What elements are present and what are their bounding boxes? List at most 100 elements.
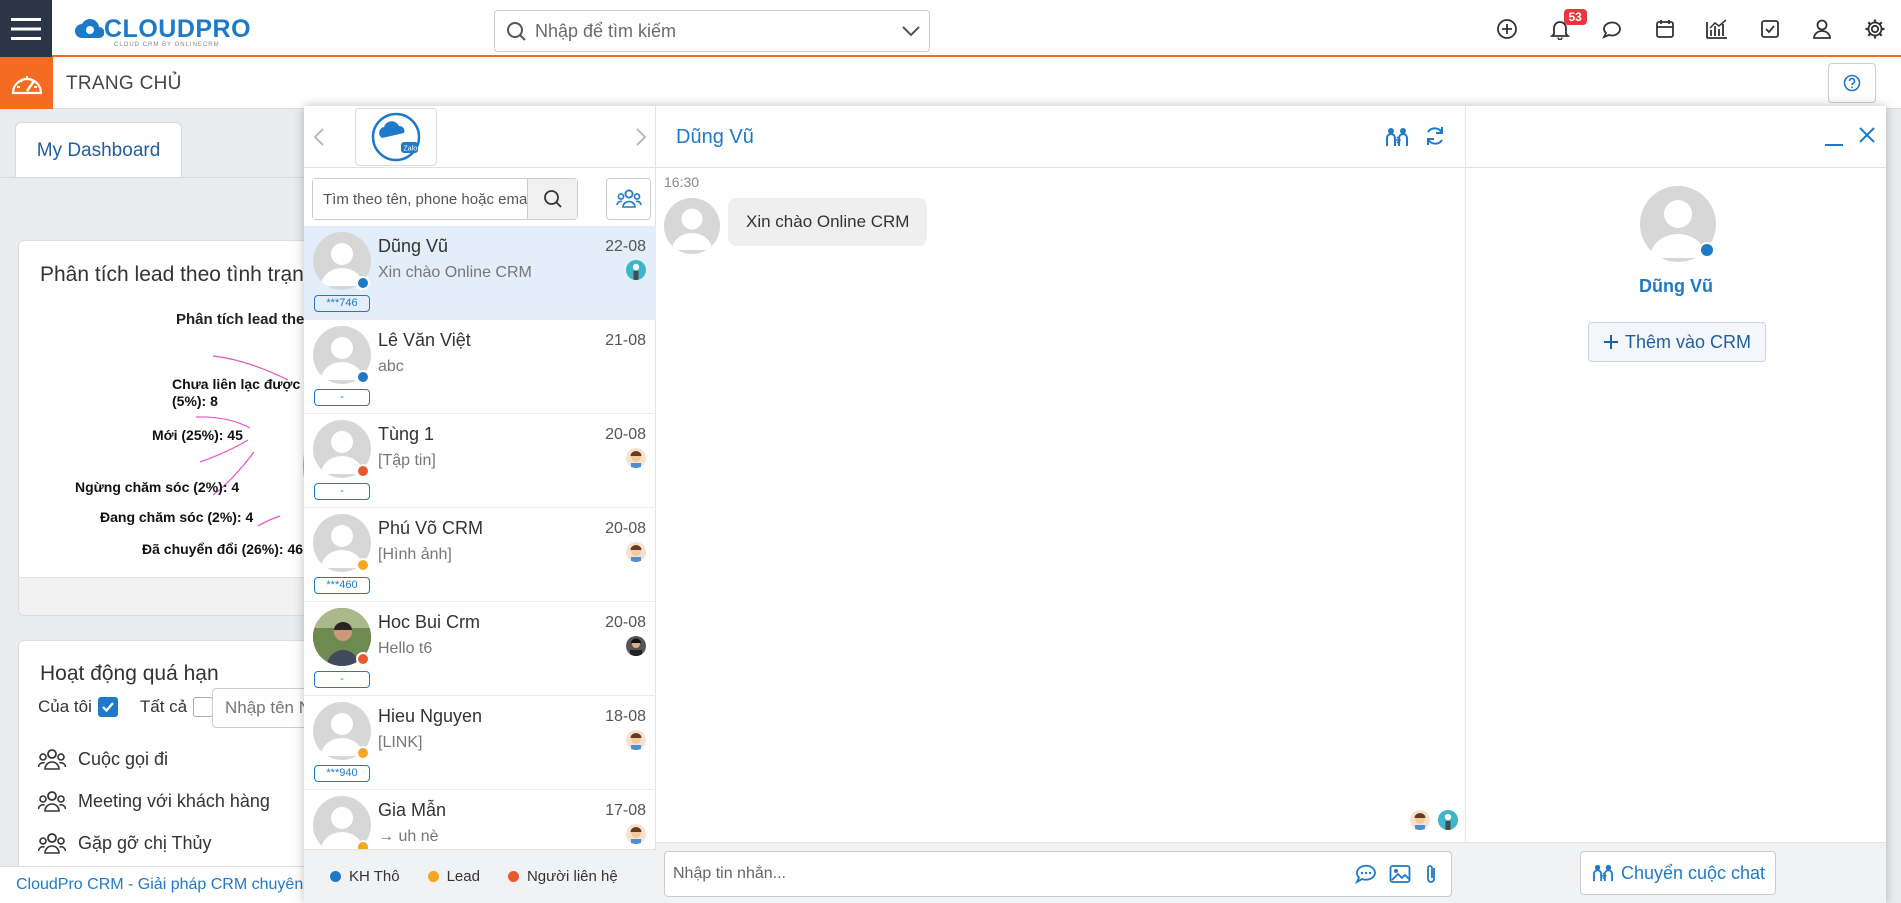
transfer-users-icon [1592,864,1613,882]
search-icon [543,190,562,208]
contact-info-name: Dũng Vũ [1639,276,1713,296]
conversation-name: Hoc Bui Crm [378,612,481,632]
info-header [1466,106,1886,168]
conversation-list: Dũng Vũ 22-08 Xin chào Online CRM ***746… [304,226,656,849]
chat-icon[interactable] [1586,0,1639,57]
calendar-icon[interactable] [1639,0,1692,57]
seen-by-avatar-icon [1438,810,1458,830]
overdue-activities-card: Hoạt động quá hạn [18,640,318,903]
help-question-icon [1843,74,1861,92]
conversation-date: 17-08 [605,802,646,819]
close-icon[interactable] [1858,126,1876,144]
assign-users-icon[interactable] [1384,126,1410,148]
conversation-date: 20-08 [605,520,646,537]
tab-divider [0,177,320,178]
status-dot [356,652,370,666]
legend-item: Người liên hệ [507,868,618,885]
filter-all-label: Tất cả [139,697,188,716]
legend-dot [330,871,341,882]
quick-reply-icon[interactable] [1355,864,1377,884]
filter-mine-label: Của tôi [38,697,92,716]
refresh-icon[interactable] [1424,125,1446,147]
global-search[interactable] [494,10,930,52]
activity-label: Meeting với khách hàng [78,790,270,811]
conversation-column: Dũng Vũ 16:30 Xin chào Online CRM [656,106,1466,903]
image-upload-icon[interactable] [1389,864,1411,884]
message-compose-box [664,851,1452,897]
conversation-last-message: [Tập tin] [378,452,436,469]
zalo-account-avatar[interactable]: Zalo [355,108,437,166]
conversation-item[interactable]: Tùng 1 20-08 [Tập tin] - [304,414,656,508]
conversation-item[interactable]: Phú Võ CRM 20-08 [Hình ảnh] ***460 [304,508,656,602]
zalo-logo-text: Zalo [404,146,418,153]
conversation-name: Gia Mẫn [378,800,447,820]
attachment-paperclip-icon[interactable] [1423,863,1439,885]
minimize-icon[interactable] [1824,128,1844,148]
add-icon[interactable] [1481,0,1534,57]
legend-item: KH Thô [330,868,400,885]
chart-label-ngung-cham-soc: Ngừng chăm sóc (2%): 4 [75,479,240,495]
transfer-chat-label: Chuyển cuộc chat [1620,862,1766,883]
tab-my-dashboard[interactable]: My Dashboard [15,122,182,178]
footer-link[interactable]: CloudPro CRM - Giải pháp CRM chuyên nghi… [16,876,310,893]
logo-brand-text: CLOUDPRO [104,14,252,43]
report-chart-icon[interactable] [1691,0,1744,57]
transfer-chat-button[interactable]: Chuyển cuộc chat [1580,851,1776,895]
help-button[interactable] [1828,63,1876,103]
conversation-item[interactable]: Hoc Bui Crm 20-08 Hello t6 - [304,602,656,696]
chart-label-dang-cham-soc: Đang chăm sóc (2%): 4 [100,509,254,525]
conversation-search [312,178,578,220]
conversation-item[interactable]: Hieu Nguyen 18-08 [LINK] ***940 [304,696,656,790]
filter-all-checkbox[interactable] [193,697,214,717]
sender-avatar [664,198,720,254]
contacts-button[interactable] [606,178,651,220]
dashboard-gauge-icon[interactable] [0,57,53,109]
message-input[interactable] [665,865,1355,883]
conversation-date: 20-08 [605,614,646,631]
conversation-item[interactable]: Dũng Vũ 22-08 Xin chào Online CRM ***746 [304,226,656,320]
conversation-list-column: Zalo Dũng Vũ 22-08 Xin chào Online CRM *… [304,106,656,903]
plus-icon [1603,335,1618,349]
phone-tag: - [314,483,370,500]
chevron-right-icon[interactable] [634,126,648,148]
settings-gear-icon[interactable] [1849,0,1901,57]
people-group-icon [38,791,66,812]
phone-tag: ***940 [314,765,370,782]
activity-item[interactable]: Meeting với khách hàng [38,789,270,813]
message-time: 16:30 [664,174,700,190]
chevron-down-icon[interactable] [893,20,929,42]
activity-item[interactable]: Cuộc gọi đi [38,747,168,771]
phone-tag: - [314,671,370,688]
status-dot [356,558,370,572]
status-legend: KH Thô Lead Người liên hệ [304,849,656,903]
global-search-input[interactable] [535,20,893,42]
agent-avatar-icon [626,636,646,656]
conversation-item[interactable]: Lê Văn Việt 21-08 abc - [304,320,656,414]
employee-search-input[interactable] [212,688,312,728]
activity-item[interactable]: Gặp gỡ chị Thủy [38,831,212,855]
seen-by-avatar-icon [1410,810,1430,830]
phone-tag: ***746 [314,295,370,312]
conversation-name: Phú Võ CRM [378,518,484,538]
zalo-chat-panel: Zalo Dũng Vũ 22-08 Xin chào Online CRM *… [304,106,1886,903]
chart-label-da-chuyen-doi: Đã chuyển đổi (26%): 46 [142,541,304,557]
conversation-header: Dũng Vũ [656,106,1466,168]
menu-icon[interactable] [0,0,52,57]
filter-mine-checkbox[interactable] [97,697,118,717]
notification-bell-icon[interactable]: 53 [1534,0,1587,57]
contact-status-dot [1699,242,1715,258]
user-profile-icon[interactable] [1796,0,1849,57]
add-to-crm-button[interactable]: Thêm vào CRM [1588,322,1766,362]
conversation-item[interactable]: Gia Mẫn 17-08 → uh nè - [304,790,656,849]
chevron-left-icon[interactable] [312,126,326,148]
cloud-logo-icon [75,19,104,38]
info-footer: Chuyển cuộc chat [1466,842,1886,903]
activity-label: Cuộc gọi đi [78,748,169,769]
conversation-search-input[interactable] [313,179,527,219]
legend-dot [507,871,519,882]
cloudpro-logo[interactable]: CLOUDPRO CLOUD CRM BY ONLINECRM [74,12,252,48]
conversation-last-message: Hello t6 [378,640,433,657]
conversation-search-button[interactable] [527,179,577,219]
task-check-icon[interactable] [1744,0,1797,57]
conversation-name: Hieu Nguyen [378,706,483,726]
